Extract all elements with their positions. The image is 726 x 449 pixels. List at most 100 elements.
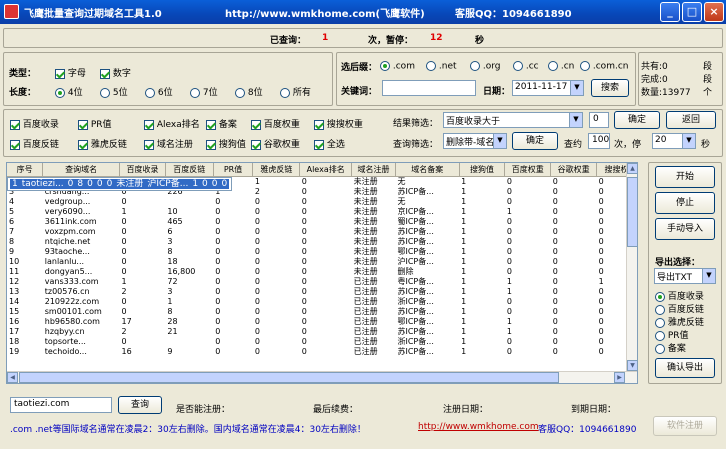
length-5-radio[interactable]: 5位 xyxy=(100,85,128,98)
confirm-export-button[interactable]: 确认导出 xyxy=(655,358,715,378)
table-row[interactable]: 9 93taoche... 0 8 0 0 0 未注册 鄂ICP备... 1 0 0 0 xyxy=(7,247,637,257)
result-filter-value[interactable]: 0 xyxy=(589,112,609,128)
check-sogou[interactable]: 搜狗值 xyxy=(206,137,246,150)
column-header[interactable]: 搜狗值 xyxy=(459,163,506,177)
check-yahoo-backlink[interactable]: 雅虎反链 xyxy=(78,137,127,150)
suffix-comcn-radio[interactable]: .com.cn xyxy=(580,61,628,72)
table-cell: 0 xyxy=(94,178,105,189)
column-header[interactable]: PR值 xyxy=(213,163,254,177)
export-baidu-index-radio[interactable]: 百度收录 xyxy=(655,289,704,302)
length-all-radio[interactable]: 所有 xyxy=(280,85,311,98)
vertical-scrollbar[interactable]: ▲ ▼ xyxy=(626,163,637,371)
close-button[interactable]: × xyxy=(704,2,724,22)
date-picker[interactable]: 2011-11-17 ▼ xyxy=(512,80,584,96)
check-beian[interactable]: 备案 xyxy=(206,117,237,130)
letter-checkbox[interactable]: 字母 xyxy=(55,66,86,79)
table-row[interactable]: 7 voxzpm.com 0 6 0 0 0 未注册 苏ICP备... 1 0 0 0 xyxy=(7,227,637,237)
query-filter-select[interactable]: 删除带-域名 ▼ xyxy=(443,133,507,149)
check-baidu-index[interactable]: 百度收录 xyxy=(10,117,59,130)
table-row[interactable]: 12 vans333.com 1 72 0 0 0 已注册 粤ICP备... 1 1 0 1 xyxy=(7,277,637,287)
table-row[interactable]: 11 dongyan5... 0 16,800 0 0 0 未注册 删除 1 0 0 0 xyxy=(7,267,637,277)
column-header[interactable]: 序号 xyxy=(7,163,44,177)
export-yahoo-backlink-radio[interactable]: 雅虎反链 xyxy=(655,315,704,328)
maximize-button[interactable]: □ xyxy=(682,2,702,22)
interval-input[interactable]: 100 xyxy=(588,133,610,149)
export-beian-radio[interactable]: 备案 xyxy=(655,341,686,354)
length-8-radio[interactable]: 8位 xyxy=(235,85,263,98)
back-button[interactable]: 返回 xyxy=(666,111,716,129)
start-button[interactable]: 开始 xyxy=(655,166,715,188)
suffix-cn-radio[interactable]: .cn xyxy=(548,61,574,72)
check-soso-weight[interactable]: 搜搜权重 xyxy=(314,117,363,130)
table-cell: 0 xyxy=(254,296,261,306)
table-row[interactable]: 19 techoido... 16 9 0 0 0 已注册 苏ICP备... 1 0 0 0 xyxy=(7,347,637,357)
scroll-down-icon[interactable]: ▼ xyxy=(627,360,637,371)
suffix-cc-radio[interactable]: .cc xyxy=(513,61,539,72)
register-software-button[interactable]: 软件注册 xyxy=(653,416,717,436)
column-header[interactable]: Alexa排名 xyxy=(299,163,353,177)
length-4-radio[interactable]: 4位 xyxy=(55,85,83,98)
suffix-org-radio[interactable]: .org xyxy=(470,61,501,72)
horizontal-scrollbar[interactable]: ◀ ▶ xyxy=(7,371,637,383)
table-row[interactable]: 4 vedgroup... 0 0 0 0 未注册无 1 0 0 0 xyxy=(7,197,637,207)
column-header[interactable]: 百度反链 xyxy=(165,163,214,177)
table-cell xyxy=(165,197,213,207)
table-row[interactable]: 15 sm00101.com 0 8 0 0 0 已注册 苏ICP备... 1 0 0 0 xyxy=(7,307,637,317)
table-row[interactable]: 1 taotiezi... 0 8 0 0 0 未注册 沪ICP备... 1 0 0 0 xyxy=(7,176,233,191)
column-header[interactable]: 百度权重 xyxy=(504,163,552,177)
table-row[interactable]: 6 3611ink.com 0 465 0 0 0 未注册 蜀ICP备... 1 0 0 0 xyxy=(7,217,637,227)
pause-select[interactable]: 20 ▼ xyxy=(652,133,696,149)
suffix-com-radio[interactable]: .com xyxy=(380,61,415,72)
column-header[interactable]: 域名备案 xyxy=(395,163,460,177)
column-header[interactable]: 域名注册 xyxy=(351,163,396,177)
check-domain-register[interactable]: 域名注册 xyxy=(144,137,193,150)
check-google-weight[interactable]: 谷歌权重 xyxy=(251,137,300,150)
export-pr-radio[interactable]: PR值 xyxy=(655,328,689,341)
scroll-up-icon[interactable]: ▲ xyxy=(627,163,637,174)
digit-checkbox[interactable]: 数字 xyxy=(100,66,131,79)
table-row[interactable]: 17 hzqbyy.cn 2 21 0 0 0 已注册 苏ICP备... 1 1 0 0 xyxy=(7,327,637,337)
table-row[interactable]: 13 tz00576.cn 2 3 0 0 0 已注册 苏ICP备... 1 1 0 0 xyxy=(7,287,637,297)
table-row[interactable]: 5 very6090... 1 10 0 0 0 未注册 京ICP备... 1 1 0 0 xyxy=(7,207,637,217)
table-row[interactable]: 8 ntqiche.net 0 3 0 0 0 未注册 苏ICP备... 1 0 0 0 xyxy=(7,237,637,247)
check-alexa[interactable]: Alexa排名 xyxy=(144,117,200,130)
table-row[interactable]: 14 210922z.com 0 1 0 0 0 已注册 浙ICP备... 1 0 0 0 xyxy=(7,297,637,307)
scroll-right-icon[interactable]: ▶ xyxy=(614,372,625,383)
minimize-button[interactable]: _ xyxy=(660,2,680,22)
column-header[interactable]: 查询域名 xyxy=(42,163,121,177)
table-row[interactable]: 16 hb96580.com 17 28 0 0 0 已注册 鄂ICP备... 1 1 0 0 xyxy=(7,317,637,327)
column-header[interactable]: 百度收录 xyxy=(119,163,166,177)
website-link[interactable]: http://www.wmkhome.com xyxy=(418,422,539,432)
keyword-input[interactable] xyxy=(382,80,476,96)
suffix-net-radio[interactable]: .net xyxy=(426,61,457,72)
manual-import-button[interactable]: 手动导入 xyxy=(655,218,715,240)
scroll-left-icon[interactable]: ◀ xyxy=(7,372,18,383)
export-format-select[interactable]: 导出TXT ▼ xyxy=(654,268,716,284)
lookup-button[interactable]: 查询 xyxy=(118,396,162,414)
result-table[interactable]: 序号 查询域名 百度收录 百度反链 PR值 雅虎反链 Alexa排名 域名注册 域名备案 搜狗值百… xyxy=(6,162,638,384)
table-cell: 0 xyxy=(301,276,307,286)
table-row[interactable]: 18 topsorte... 0 0 0 0 已注册 浙ICP备... 1 0 0 0 xyxy=(7,337,637,347)
column-header[interactable]: 雅虎反链 xyxy=(252,163,301,177)
scroll-thumb[interactable] xyxy=(627,177,637,247)
query-confirm-button[interactable]: 确定 xyxy=(512,132,558,150)
domain-lookup-input[interactable]: taotiezi.com xyxy=(10,397,112,413)
hscroll-thumb[interactable] xyxy=(19,372,559,383)
result-filter-label: 结果筛选： xyxy=(393,119,439,129)
length-6-radio[interactable]: 6位 xyxy=(145,85,173,98)
table-cell: 0 xyxy=(254,316,261,326)
check-pr[interactable]: PR值 xyxy=(78,117,112,130)
check-baidu-backlink[interactable]: 百度反链 xyxy=(10,137,59,150)
table-cell: 0 xyxy=(121,216,127,226)
column-header[interactable]: 谷歌权重 xyxy=(550,163,598,177)
search-button[interactable]: 搜索 xyxy=(591,79,629,97)
length-7-radio[interactable]: 7位 xyxy=(190,85,218,98)
table-row[interactable]: 10 lanlanlu... 0 18 0 0 0 未注册 沪ICP备... 1 0 0 0 xyxy=(7,257,637,267)
result-confirm-button[interactable]: 确定 xyxy=(614,111,660,129)
table-cell: 8 xyxy=(167,246,173,256)
export-baidu-backlink-radio[interactable]: 百度反链 xyxy=(655,302,704,315)
result-filter-select[interactable]: 百度收录大于 ▼ xyxy=(443,112,583,128)
check-select-all[interactable]: 全选 xyxy=(314,137,345,150)
stop-button[interactable]: 停止 xyxy=(655,192,715,214)
check-baidu-weight[interactable]: 百度权重 xyxy=(251,117,300,130)
